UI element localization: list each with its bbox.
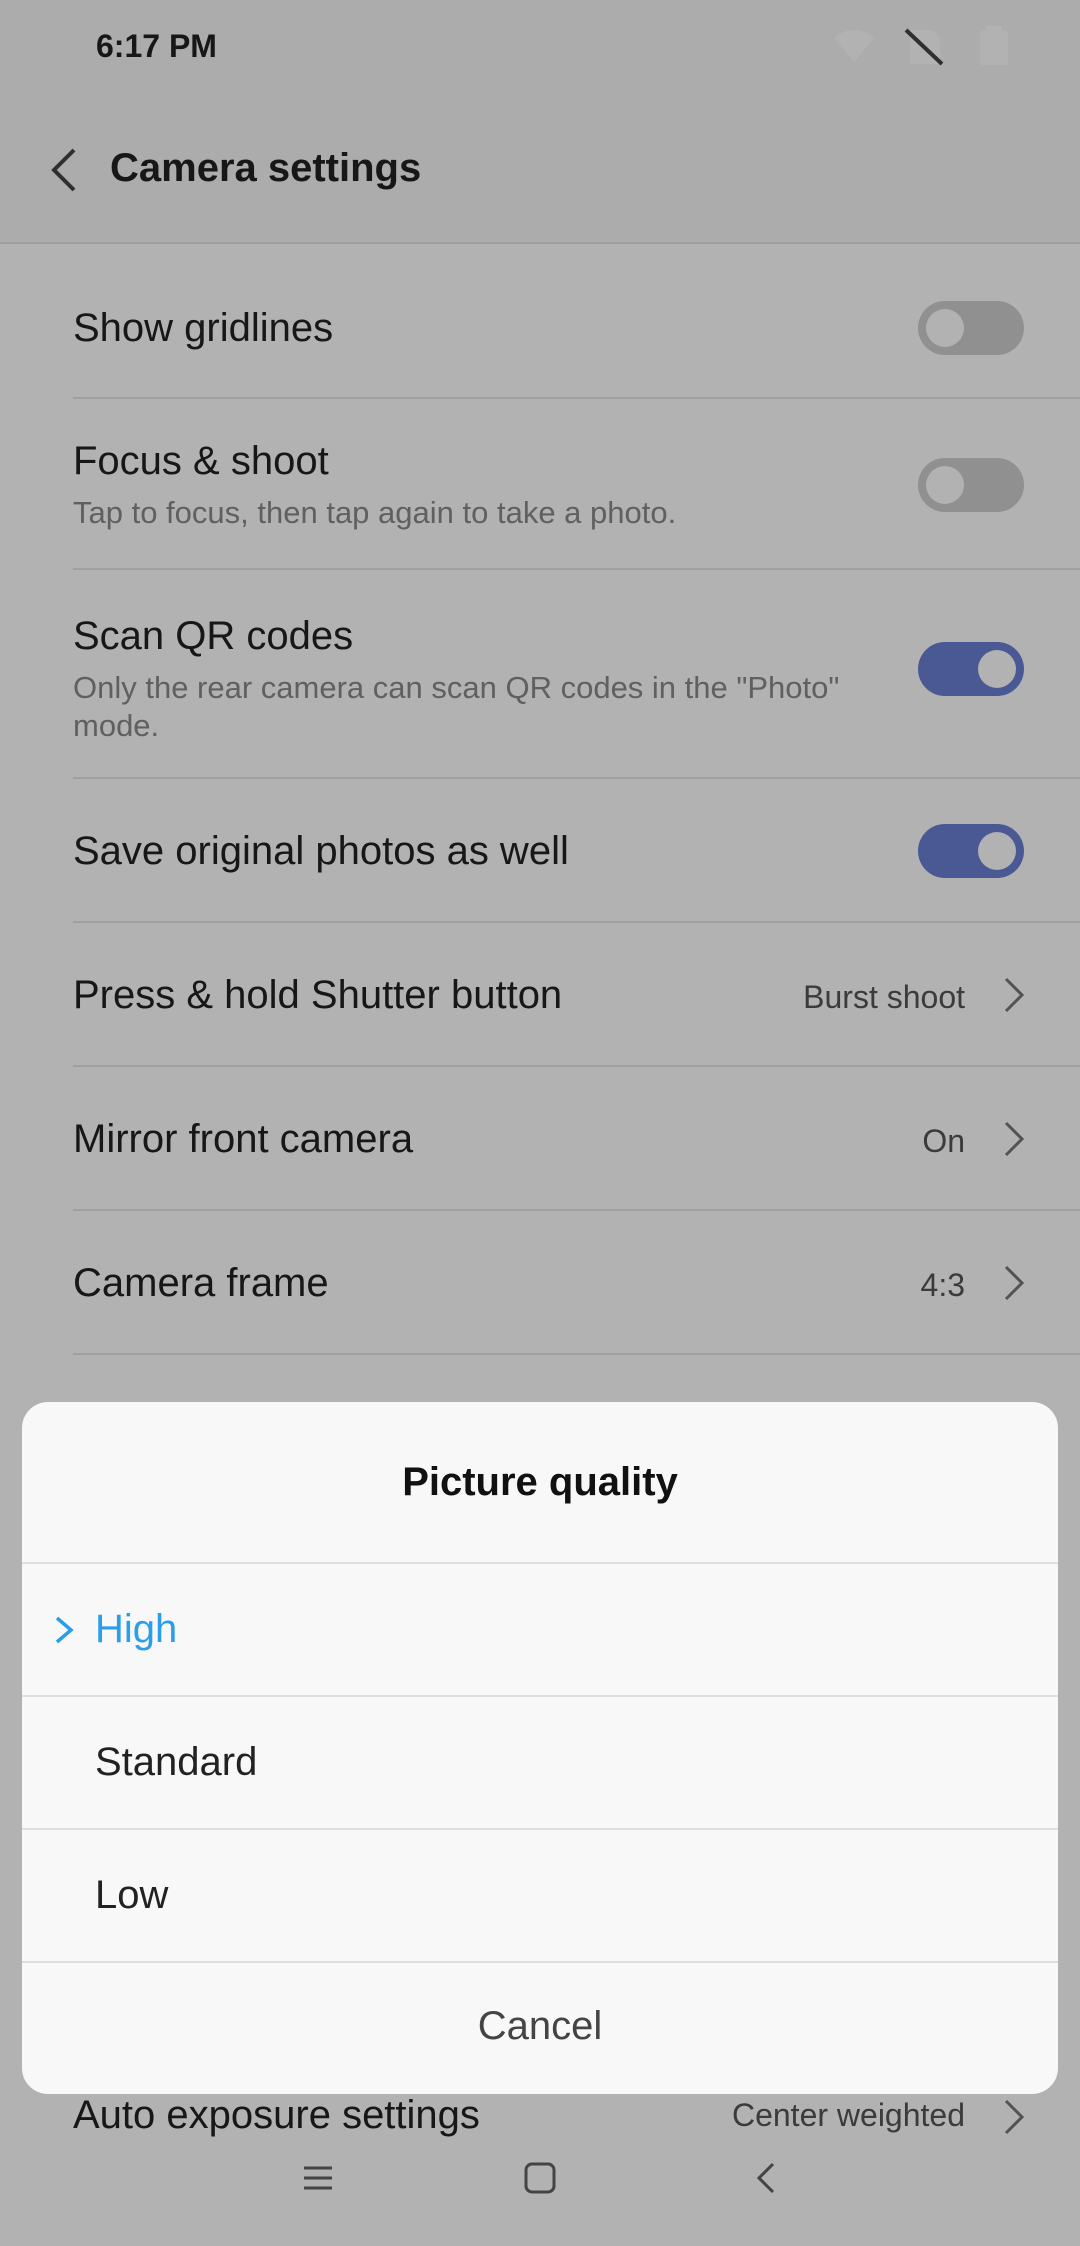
option-high[interactable]: High	[22, 1564, 1058, 1697]
cancel-button[interactable]: Cancel	[22, 1963, 1058, 2089]
back-icon[interactable]	[745, 2156, 789, 2200]
option-label: High	[95, 1607, 178, 1651]
option-low[interactable]: Low	[22, 1830, 1058, 1963]
menu-icon[interactable]	[296, 2156, 340, 2200]
option-label: Low	[95, 1873, 169, 1917]
option-standard[interactable]: Standard	[22, 1697, 1058, 1830]
dialog-title: Picture quality	[22, 1402, 1058, 1564]
home-icon[interactable]	[518, 2156, 562, 2200]
navigation-bar	[0, 2110, 1080, 2246]
option-label: Standard	[95, 1740, 258, 1784]
selected-chevron-icon	[55, 1616, 74, 1644]
picture-quality-dialog: Picture quality High Standard Low Cancel	[22, 1402, 1058, 2094]
